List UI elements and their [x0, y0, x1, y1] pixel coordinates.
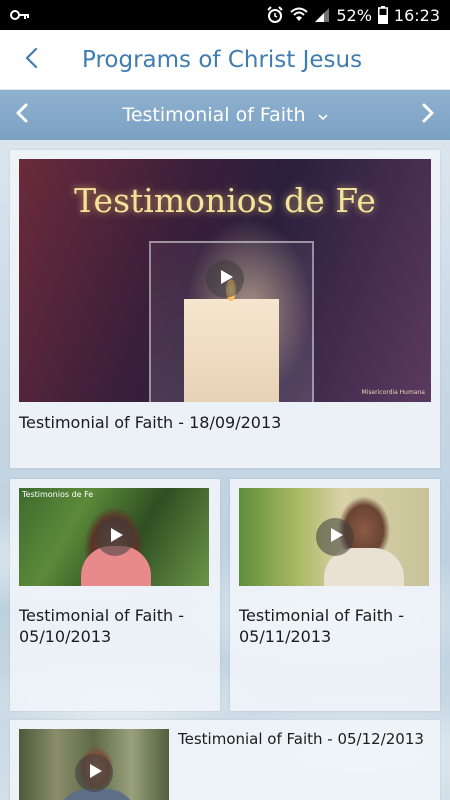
clock: 16:23: [393, 5, 440, 25]
play-icon: [107, 527, 124, 547]
video-title-line: Testimonial of Faith -: [239, 606, 405, 625]
featured-video-card[interactable]: Testimonios de Fe Misericordia Humana Te…: [10, 150, 440, 468]
wifi-icon: [290, 7, 308, 23]
video-card[interactable]: Testimonial of Faith - 05/11/2013: [230, 479, 440, 711]
app-bar: Programs of Christ Jesus: [0, 30, 450, 90]
video-title-date: 05/10/2013: [19, 627, 112, 646]
battery-percent: 52%: [336, 5, 372, 25]
category-label: Testimonial of Faith: [122, 104, 306, 126]
featured-video-title: Testimonial of Faith - 18/09/2013: [19, 413, 282, 432]
category-dropdown[interactable]: Testimonial of Faith: [122, 104, 328, 126]
alarm-icon: [266, 6, 284, 24]
video-card[interactable]: Testimonios de Fe Testimonial of Faith -…: [10, 479, 220, 711]
status-right: 52% 16:23: [266, 6, 440, 25]
video-title: Testimonial of Faith - 05/10/2013: [19, 605, 214, 647]
candle-shape: [184, 299, 279, 402]
video-thumbnail[interactable]: Testimonios de Fe: [19, 488, 209, 586]
battery-icon: [377, 6, 388, 24]
featured-video-thumbnail[interactable]: Testimonios de Fe Misericordia Humana: [19, 159, 431, 402]
video-thumbnail[interactable]: [19, 729, 169, 800]
video-title: Testimonial of Faith - 05/12/2013: [178, 730, 424, 748]
video-title-line: Testimonial of Faith -: [19, 606, 185, 625]
previous-category-button[interactable]: [0, 90, 44, 140]
play-button[interactable]: [96, 518, 134, 556]
next-category-button[interactable]: [406, 90, 450, 140]
chevron-right-icon: [421, 102, 435, 128]
play-icon: [217, 269, 234, 289]
page-title: Programs of Christ Jesus: [82, 46, 363, 73]
video-title-date: 05/11/2013: [239, 627, 332, 646]
video-title: Testimonial of Faith - 05/11/2013: [239, 605, 434, 647]
category-nav: Testimonial of Faith: [0, 90, 450, 140]
play-button[interactable]: [75, 754, 113, 792]
thumbnail-tag: Testimonios de Fe: [22, 490, 94, 499]
key-icon: [10, 9, 30, 21]
status-bar: 52% 16:23: [0, 0, 450, 30]
video-thumbnail[interactable]: [239, 488, 429, 586]
play-icon: [86, 763, 103, 783]
program-list[interactable]: Testimonios de Fe Misericordia Humana Te…: [0, 140, 450, 800]
video-card[interactable]: Testimonial of Faith - 05/12/2013: [10, 720, 440, 800]
back-button[interactable]: [0, 30, 62, 90]
chevron-left-icon: [15, 102, 29, 128]
back-arrow-icon: [24, 47, 38, 73]
signal-icon: [314, 7, 330, 23]
featured-thumbnail-caption: Testimonios de Fe: [74, 181, 376, 220]
chevron-down-icon: [317, 104, 328, 126]
play-button[interactable]: [206, 260, 244, 298]
play-icon: [327, 527, 344, 547]
brand-watermark: Misericordia Humana: [361, 389, 425, 396]
play-button[interactable]: [316, 518, 354, 556]
